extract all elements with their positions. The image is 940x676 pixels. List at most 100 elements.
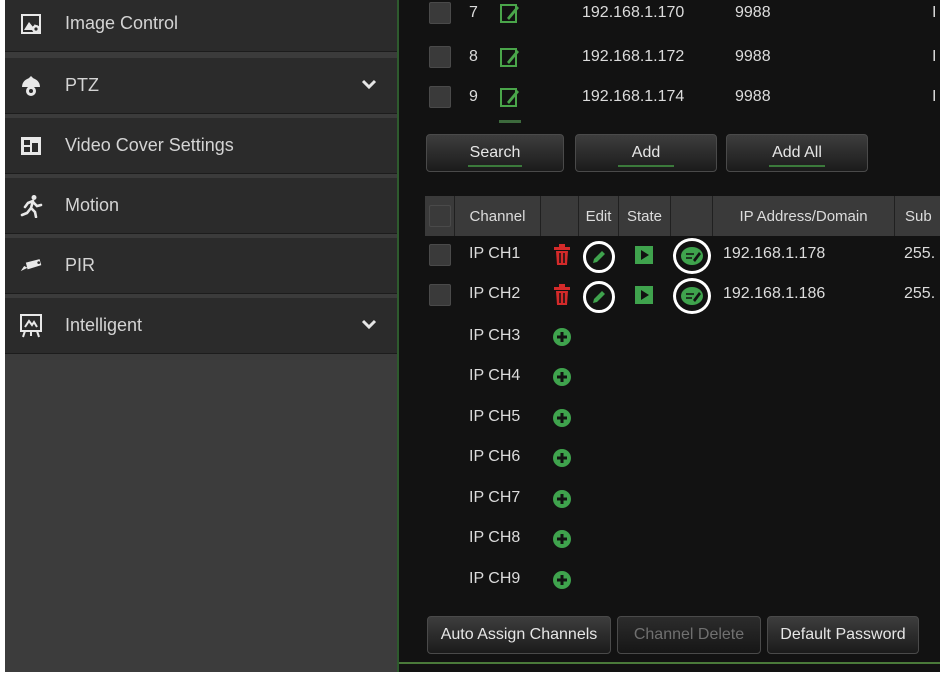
device-extra: I	[932, 88, 937, 105]
sidebar-item-label: Intelligent	[65, 315, 143, 335]
channel-name: IP CH3	[469, 327, 521, 344]
panel-bottom-divider	[399, 662, 940, 664]
device-port: 9988	[735, 88, 771, 105]
add-channel-plus-icon[interactable]	[553, 368, 571, 391]
table-row[interactable]: IP CH1 192.168.1.178 255.	[399, 236, 940, 276]
channel-name: IP CH9	[469, 570, 521, 587]
edit-note-icon[interactable]	[673, 238, 711, 274]
add-all-button[interactable]: Add All	[726, 134, 868, 172]
sidebar-item-label: Motion	[65, 195, 120, 215]
intelligent-icon	[19, 313, 43, 338]
sidebar-item-intelligent[interactable]: Intelligent	[5, 298, 397, 354]
play-state-icon[interactable]	[635, 246, 653, 269]
device-row[interactable]: 9 192.168.1.174 9988 I	[399, 80, 940, 116]
add-channel-plus-icon[interactable]	[553, 490, 571, 513]
image-control-icon	[19, 12, 43, 36]
channel-delete-button[interactable]: Channel Delete	[617, 616, 761, 654]
sidebar-empty-area	[5, 360, 397, 672]
channel-ip: 192.168.1.186	[723, 285, 826, 302]
nvr-ip-channel-screen: Image Control PTZ Video Cover Settings M…	[0, 0, 940, 676]
video-cover-icon	[19, 134, 43, 158]
add-channel-plus-icon[interactable]	[553, 409, 571, 432]
table-row: IP CH4	[399, 358, 940, 398]
sidebar: Image Control PTZ Video Cover Settings M…	[5, 0, 397, 672]
sidebar-item-image-control[interactable]: Image Control	[5, 0, 397, 52]
add-channel-plus-icon[interactable]	[553, 328, 571, 351]
channel-ip: 192.168.1.178	[723, 245, 826, 262]
device-number: 7	[469, 4, 478, 21]
device-checkbox[interactable]	[429, 2, 451, 24]
device-row[interactable]: 7 192.168.1.170 9988 I	[399, 0, 940, 36]
channel-subnet: 255.	[904, 285, 936, 302]
device-checkbox[interactable]	[429, 46, 451, 68]
table-row: IP CH3	[399, 318, 940, 358]
header-channel: Channel	[455, 196, 541, 236]
device-port: 9988	[735, 4, 771, 21]
channel-checkbox[interactable]	[429, 244, 451, 266]
chevron-down-icon[interactable]	[361, 78, 377, 96]
table-row: IP CH9	[399, 561, 940, 601]
device-extra: I	[932, 48, 937, 65]
sidebar-item-label: PTZ	[65, 75, 99, 95]
edit-pencil-icon[interactable]	[583, 241, 615, 273]
device-ip: 192.168.1.170	[582, 4, 685, 21]
play-state-icon[interactable]	[635, 286, 653, 309]
default-password-button[interactable]: Default Password	[767, 616, 919, 654]
table-row: IP CH7	[399, 480, 940, 520]
channel-checkbox[interactable]	[429, 284, 451, 306]
device-row[interactable]: 8 192.168.1.172 9988 I	[399, 40, 940, 76]
channel-table-header: Channel Edit State IP Address/Domain Sub	[425, 196, 940, 236]
sidebar-item-label: Video Cover Settings	[65, 135, 234, 155]
header-edit: Edit	[579, 196, 619, 236]
device-extra: I	[932, 4, 937, 21]
channel-name: IP CH5	[469, 408, 521, 425]
search-button[interactable]: Search	[426, 134, 564, 172]
edit-note-icon[interactable]	[673, 278, 711, 314]
device-number: 9	[469, 88, 478, 105]
table-row[interactable]: IP CH2 192.168.1.186 255.	[399, 276, 940, 316]
ip-channel-panel: 7 192.168.1.170 9988 I 8 192.168.1.172 9…	[397, 0, 940, 672]
table-row: IP CH8	[399, 520, 940, 560]
header-blank	[541, 196, 579, 236]
channel-name: IP CH6	[469, 448, 521, 465]
header-subnet: Sub	[895, 196, 940, 236]
default-password-label: Default Password	[780, 626, 906, 643]
auto-assign-channels-button[interactable]: Auto Assign Channels	[427, 616, 611, 654]
channel-name: IP CH4	[469, 367, 521, 384]
channel-name: IP CH2	[469, 285, 521, 302]
sidebar-item-ptz[interactable]: PTZ	[5, 58, 397, 114]
auto-assign-label: Auto Assign Channels	[440, 626, 598, 643]
select-all-cell[interactable]	[425, 196, 455, 236]
edit-note-icon[interactable]	[499, 46, 521, 73]
device-ip: 192.168.1.174	[582, 88, 685, 105]
add-channel-plus-icon[interactable]	[553, 571, 571, 594]
add-button[interactable]: Add	[575, 134, 717, 172]
edit-note-icon[interactable]	[499, 86, 521, 113]
edit-pencil-icon[interactable]	[583, 281, 615, 313]
select-all-checkbox[interactable]	[428, 205, 451, 227]
channel-name: IP CH7	[469, 489, 521, 506]
add-channel-plus-icon[interactable]	[553, 449, 571, 472]
search-button-label: Search	[469, 144, 521, 161]
pir-sensor-icon	[19, 254, 43, 278]
sidebar-item-motion[interactable]: Motion	[5, 178, 397, 234]
device-checkbox[interactable]	[429, 86, 451, 108]
sidebar-item-video-cover-settings[interactable]: Video Cover Settings	[5, 118, 397, 174]
channel-name: IP CH8	[469, 529, 521, 546]
add-button-label: Add	[631, 144, 661, 161]
header-state: State	[619, 196, 671, 236]
sidebar-item-label: Image Control	[65, 13, 179, 33]
header-ip-address: IP Address/Domain	[713, 196, 895, 236]
channel-subnet: 255.	[904, 245, 936, 262]
add-channel-plus-icon[interactable]	[553, 530, 571, 553]
trash-icon[interactable]	[552, 284, 572, 311]
sidebar-item-pir[interactable]: PIR	[5, 238, 397, 294]
sidebar-item-label: PIR	[65, 255, 96, 275]
chevron-down-icon[interactable]	[361, 318, 377, 336]
edit-note-icon[interactable]	[499, 2, 521, 29]
ptz-camera-icon	[19, 74, 43, 98]
trash-icon[interactable]	[552, 244, 572, 271]
channel-delete-label: Channel Delete	[633, 626, 745, 643]
channel-name: IP CH1	[469, 245, 521, 262]
list-scroll-marker	[499, 120, 521, 123]
